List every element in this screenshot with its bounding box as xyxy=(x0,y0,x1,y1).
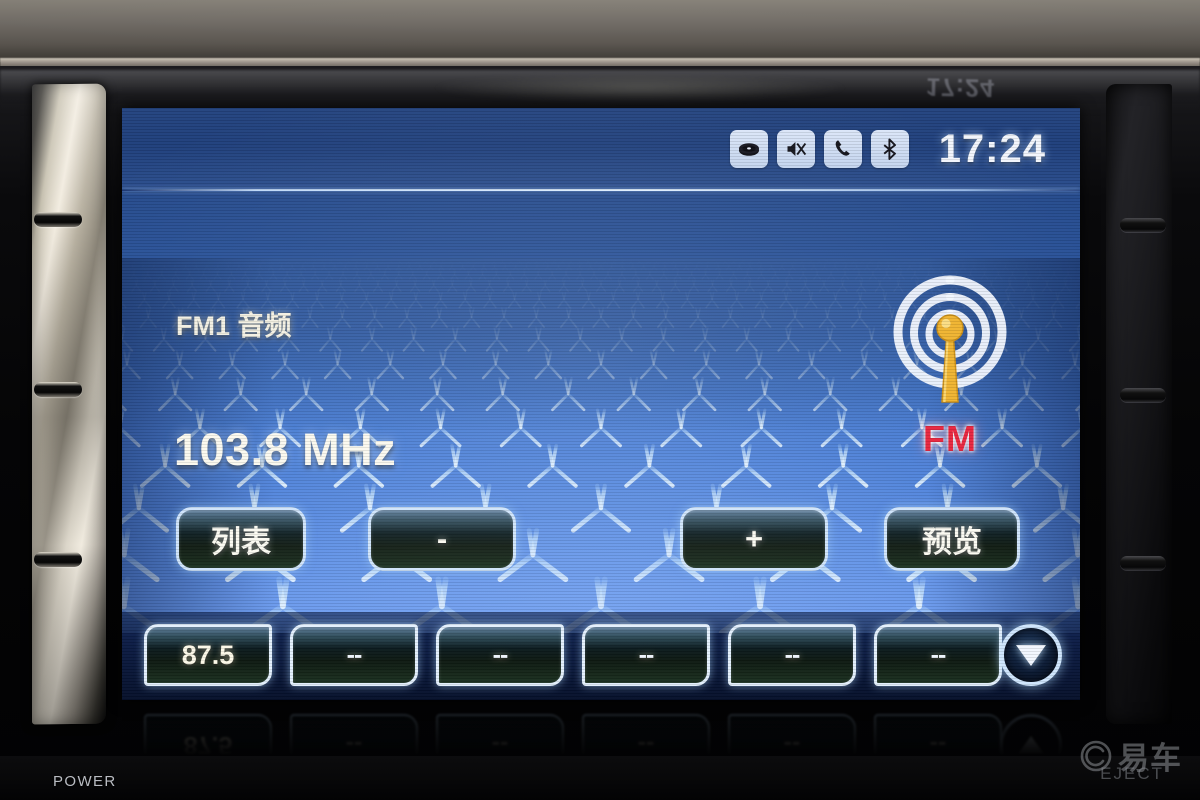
head-unit: 17:24 17:24 FM1 音频 103.8 MHz FM 列表 - + 预… xyxy=(0,0,1200,800)
fm-band-label: FM xyxy=(923,418,977,459)
right-button-1[interactable] xyxy=(1120,218,1166,232)
preset-page-down-button[interactable] xyxy=(1000,624,1062,686)
watermark-logo-icon xyxy=(1080,740,1112,771)
reflected-preset-1: 87.5 xyxy=(144,714,272,756)
preset-bar: 87.5 -- -- -- -- -- xyxy=(122,612,1080,700)
reflected-preset-2: -- xyxy=(290,714,418,756)
preset-5[interactable]: -- xyxy=(728,624,856,686)
fm-band-badge: FM xyxy=(886,266,1014,459)
frequency-display: 103.8 MHz xyxy=(174,424,397,475)
display-screen[interactable]: 17:24 FM1 音频 103.8 MHz FM 列表 - + 预览 87.5… xyxy=(122,108,1080,700)
preview-button[interactable]: 预览 xyxy=(884,507,1020,571)
preset-1[interactable]: 87.5 xyxy=(144,624,272,686)
mute-icon[interactable] xyxy=(776,130,815,168)
right-button-2[interactable] xyxy=(1120,388,1166,402)
reflected-scroll-button xyxy=(1000,714,1062,756)
tune-down-button[interactable]: - xyxy=(368,507,516,571)
source-label: FM1 音频 xyxy=(176,311,292,341)
list-button[interactable]: 列表 xyxy=(176,507,306,571)
bottom-face xyxy=(0,756,1200,800)
status-bar: 17:24 xyxy=(122,108,1080,190)
watermark: 易车 xyxy=(1079,733,1182,778)
right-button-3[interactable] xyxy=(1120,556,1166,570)
preset-2[interactable]: -- xyxy=(290,624,418,686)
phone-glyph xyxy=(835,140,850,156)
dash-ledge xyxy=(0,0,1200,62)
clock: 17:24 xyxy=(938,126,1046,171)
reflected-clock: 17:24 xyxy=(925,72,996,102)
preset-4[interactable]: -- xyxy=(582,624,710,686)
screen-reflection: 87.5 -- -- -- -- -- xyxy=(122,700,1080,756)
control-button-row: 列表 - + 预览 xyxy=(122,501,1080,577)
bluetooth-icon[interactable] xyxy=(870,130,909,168)
bluetooth-glyph xyxy=(883,138,896,160)
left-button-1[interactable] xyxy=(34,212,82,227)
reflected-chevron-icon xyxy=(1018,736,1044,754)
status-icon-group xyxy=(729,130,909,168)
reflected-preset-4: -- xyxy=(582,714,710,756)
radio-tower-icon xyxy=(893,275,1007,403)
power-label[interactable]: POWER xyxy=(53,773,117,790)
right-button-strip xyxy=(1106,84,1172,724)
reflected-preset-6: -- xyxy=(874,714,1002,756)
left-button-3[interactable] xyxy=(34,552,82,567)
tune-up-button[interactable]: + xyxy=(680,507,828,571)
reflected-preset-5: -- xyxy=(728,714,856,756)
reflected-preset-3: -- xyxy=(436,714,564,756)
watermark-text: 易车 xyxy=(1118,741,1182,776)
mute-glyph xyxy=(787,142,806,156)
bezel-smudge xyxy=(430,74,850,102)
preset-6[interactable]: -- xyxy=(874,624,1002,686)
left-button-2[interactable] xyxy=(34,382,82,397)
phone-icon[interactable] xyxy=(823,130,862,168)
reflection-content: 87.5 -- -- -- -- -- xyxy=(122,700,1080,756)
left-button-strip xyxy=(32,83,106,725)
disc-glyph xyxy=(738,143,759,156)
chevron-down-icon xyxy=(1016,644,1046,666)
preset-3[interactable]: -- xyxy=(436,624,564,686)
disc-icon[interactable] xyxy=(729,130,768,168)
